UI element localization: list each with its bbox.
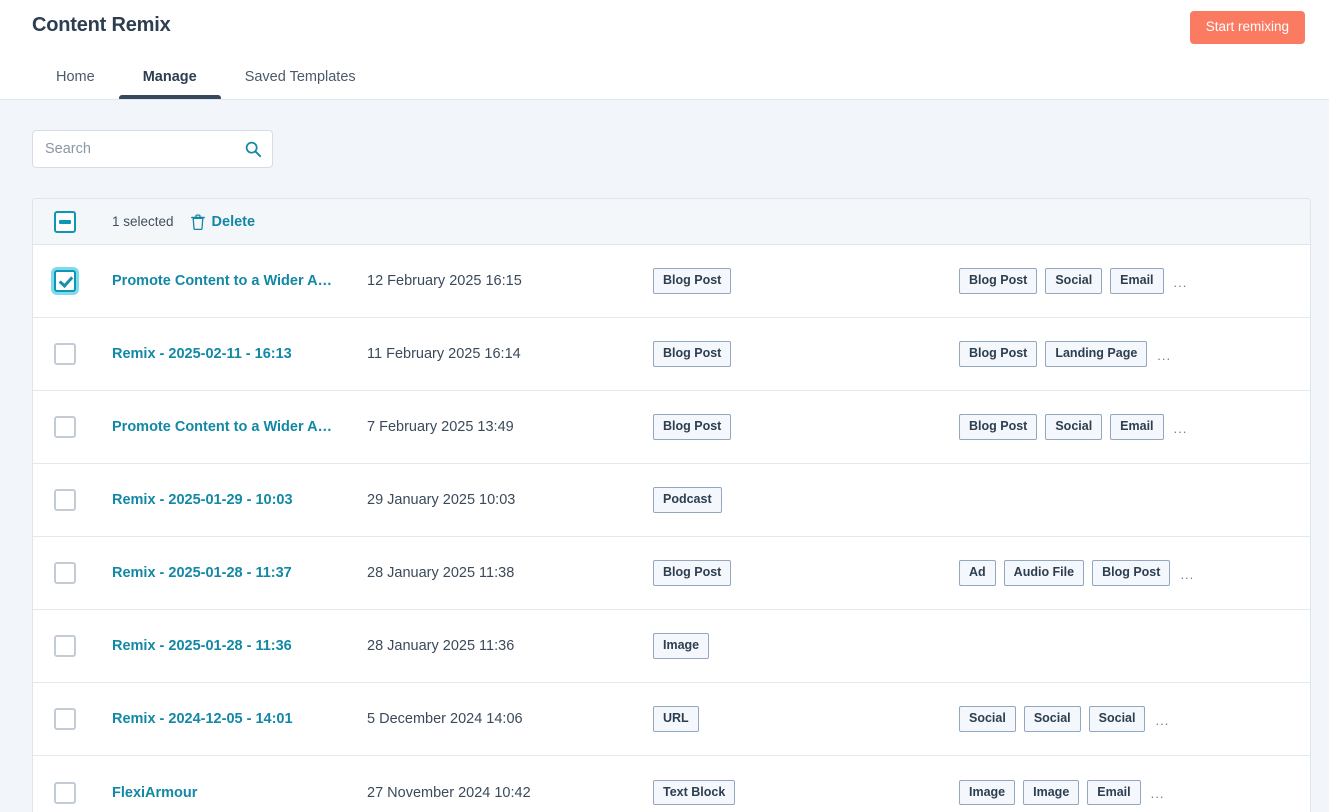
row-title-link[interactable]: Remix - 2025-02-11 - 16:13 [112,346,367,362]
tab-manage[interactable]: Manage [118,69,221,99]
output-tag-chip[interactable]: Email [1110,414,1164,440]
output-tag-chip[interactable]: Social [959,706,1016,732]
row-title-link[interactable]: FlexiArmour [112,785,367,801]
output-tag-chip[interactable]: Ad [959,560,996,586]
selected-count-label: 1 selected [112,214,174,229]
row-output-tags: Blog Post Social Email... [959,414,1187,440]
source-type-chip[interactable]: Blog Post [653,268,732,294]
output-tag-chip[interactable]: Blog Post [959,341,1038,367]
source-type-chip[interactable]: Blog Post [653,560,732,586]
row-checkbox[interactable] [54,708,76,730]
tab-saved-templates[interactable]: Saved Templates [221,69,380,99]
row-output-tags: Ad Audio File Blog Post... [959,560,1194,586]
select-all-checkbox[interactable] [54,210,76,233]
more-tags-ellipsis[interactable]: ... [1174,421,1188,436]
output-tag-chip[interactable]: Email [1110,268,1164,294]
output-tag-chip[interactable]: Image [1023,779,1080,806]
row-source-type: Image [653,633,959,659]
row-source-type: Blog Post [653,414,959,440]
app-header: Content Remix Start remixing Home Manage… [0,0,1329,100]
output-tag-chip[interactable]: Social [1023,706,1081,732]
output-tag-chip[interactable]: Audio File [1003,560,1085,586]
row-checkbox[interactable] [54,562,76,584]
source-type-chip[interactable]: Blog Post [653,341,732,367]
row-date: 11 February 2025 16:14 [367,346,521,362]
row-source-type: Text Block [653,779,959,806]
delete-label: Delete [211,213,256,230]
table-row: Remix - 2025-01-29 - 10:03 29 January 202… [33,464,1310,537]
source-type-chip[interactable]: Blog Post [653,414,732,440]
output-tag-chip[interactable]: Blog Post [959,268,1038,294]
row-title-link[interactable]: Promote Content to a Wider A… [112,419,367,435]
table-body: Promote Content to a Wider A… 12 February… [33,245,1310,812]
row-checkbox[interactable] [54,635,76,657]
row-output-tags: Image Image Email... [959,779,1165,806]
more-tags-ellipsis[interactable]: ... [1157,348,1171,363]
row-date: 28 January 2025 11:36 [367,638,515,654]
table-toolbar: 1 selected Delete [33,199,1310,245]
output-tag-chip[interactable]: Image [959,779,1016,806]
search-box [32,130,273,168]
table-row: Remix - 2025-01-28 - 11:36 28 January 202… [33,610,1310,683]
row-title-link[interactable]: Remix - 2025-01-29 - 10:03 [112,492,367,508]
row-date: 29 January 2025 10:03 [367,492,516,508]
row-source-type: Podcast [653,487,959,513]
more-tags-ellipsis[interactable]: ... [1174,275,1188,290]
table-row: Remix - 2025-01-28 - 11:37 28 January 202… [33,537,1310,610]
table-row: Remix - 2024-12-05 - 14:01 5 December 202… [33,683,1310,756]
row-date: 28 January 2025 11:38 [367,565,515,581]
row-checkbox[interactable] [54,781,76,804]
row-title-link[interactable]: Promote Content to a Wider A… [112,273,367,289]
row-checkbox[interactable] [54,343,76,365]
row-output-tags: Social Social Social... [959,706,1169,732]
row-source-type: Blog Post [653,268,959,294]
row-checkbox[interactable] [54,270,76,292]
remix-table: 1 selected Delete Promote Content to a W… [32,198,1311,812]
row-source-type: Blog Post [653,560,959,586]
row-output-tags: Blog Post Social Email... [959,268,1187,294]
table-row: Promote Content to a Wider A… 12 February… [33,245,1310,318]
main-nav-tabs: Home Manage Saved Templates [32,53,380,99]
row-checkbox[interactable] [54,489,76,511]
row-title-link[interactable]: Remix - 2025-01-28 - 11:36 [112,638,367,654]
row-checkbox[interactable] [54,416,76,438]
search-input[interactable] [32,130,273,168]
main-content: 1 selected Delete Promote Content to a W… [0,100,1329,812]
tab-home[interactable]: Home [32,69,119,99]
source-type-chip[interactable]: URL [653,706,699,732]
page-title: Content Remix [32,14,171,36]
source-type-chip[interactable]: Image [653,633,710,659]
start-remixing-button[interactable]: Start remixing [1189,11,1305,44]
delete-button[interactable]: Delete [190,213,256,230]
table-row: Promote Content to a Wider A… 7 February … [33,391,1310,464]
output-tag-chip[interactable]: Social [1045,414,1103,440]
output-tag-chip[interactable]: Landing Page [1045,341,1148,367]
table-row: FlexiArmour 27 November 2024 10:42 Text Bl… [33,756,1310,812]
output-tag-chip[interactable]: Social [1088,706,1146,732]
more-tags-ellipsis[interactable]: ... [1155,713,1169,728]
trash-icon [190,213,205,230]
more-tags-ellipsis[interactable]: ... [1151,786,1165,801]
more-tags-ellipsis[interactable]: ... [1180,567,1194,582]
source-type-chip[interactable]: Podcast [653,487,722,513]
row-source-type: URL [653,706,959,732]
output-tag-chip[interactable]: Email [1087,779,1141,806]
row-date: 27 November 2024 10:42 [367,784,531,801]
row-date: 12 February 2025 16:15 [367,273,522,289]
row-source-type: Blog Post [653,341,959,367]
source-type-chip[interactable]: Text Block [653,779,736,806]
row-output-tags: Blog Post Landing Page... [959,341,1171,367]
output-tag-chip[interactable]: Social [1045,268,1103,294]
row-date: 7 February 2025 13:49 [367,419,514,435]
row-date: 5 December 2024 14:06 [367,711,523,727]
table-row: Remix - 2025-02-11 - 16:13 11 February 20… [33,318,1310,391]
row-title-link[interactable]: Remix - 2024-12-05 - 14:01 [112,711,367,727]
output-tag-chip[interactable]: Blog Post [959,414,1038,440]
row-title-link[interactable]: Remix - 2025-01-28 - 11:37 [112,565,367,581]
output-tag-chip[interactable]: Blog Post [1092,560,1171,586]
